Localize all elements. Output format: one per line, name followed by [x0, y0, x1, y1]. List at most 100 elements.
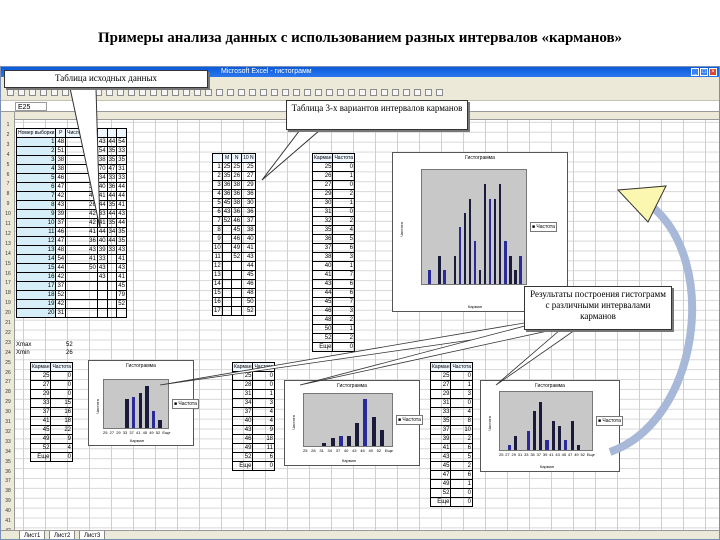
table-cell[interactable]: 2 [332, 333, 356, 343]
table-cell[interactable]: 34 [106, 227, 118, 237]
table-cell[interactable]: 44 [65, 137, 98, 147]
table-cell[interactable]: 43 [116, 263, 127, 273]
table-cell[interactable]: 6 [212, 207, 223, 217]
table-cell[interactable]: 41 [65, 254, 98, 264]
toolbar-button-icon[interactable] [249, 89, 256, 96]
row-number[interactable]: 23 [1, 340, 15, 346]
row-number[interactable]: 16 [1, 271, 15, 277]
minimize-icon[interactable]: _ [691, 68, 699, 76]
table-cell[interactable]: 38 [65, 146, 98, 156]
table-cell[interactable] [96, 299, 108, 309]
toolbar-button-icon[interactable] [293, 89, 300, 96]
table-cell[interactable]: 45 [116, 281, 127, 291]
table-cell[interactable]: 3 [252, 398, 276, 408]
table-cell[interactable]: 0 [50, 389, 74, 399]
table-cell[interactable]: 7 [212, 216, 223, 226]
table-cell[interactable]: 0 [332, 342, 356, 352]
table-cell[interactable]: 27 [29, 380, 52, 390]
row-number[interactable]: 14 [1, 251, 15, 257]
table-cell[interactable]: 40 [241, 234, 256, 244]
toolbar-button-icon[interactable] [205, 89, 212, 96]
table-cell[interactable]: 43 [221, 207, 233, 217]
table-cell[interactable]: 43 [96, 263, 108, 273]
table-cell[interactable]: 35 [116, 155, 127, 165]
table-cell[interactable]: 1 [332, 261, 356, 271]
table-cell[interactable]: 0 [252, 461, 276, 471]
row-number[interactable]: 39 [1, 498, 15, 504]
table-cell[interactable]: 0 [252, 380, 276, 390]
table-cell[interactable]: 44 [55, 263, 67, 273]
table-cell[interactable]: 36 [221, 180, 233, 190]
table-cell[interactable]: 30 [241, 198, 256, 208]
table-cell[interactable]: 33 [106, 245, 118, 255]
table-cell[interactable]: 14 [212, 279, 223, 289]
table-cell[interactable]: 5 [15, 173, 57, 183]
table-cell[interactable]: 42 [55, 299, 67, 309]
table-cell[interactable]: 11 [252, 443, 276, 453]
toolbar-button-icon[interactable] [425, 89, 432, 96]
table-cell[interactable]: 18 [252, 434, 276, 444]
table-cell[interactable]: 30 [311, 198, 334, 208]
table-cell[interactable]: 41 [116, 254, 127, 264]
table-cell[interactable] [221, 306, 233, 316]
table-cell[interactable]: 41 [429, 443, 452, 453]
table-cell[interactable]: 47 [106, 164, 118, 174]
toolbar-button-icon[interactable] [73, 89, 80, 96]
table-cell[interactable]: 45 [429, 461, 452, 471]
table-cell[interactable]: 27 [241, 171, 256, 181]
table-cell[interactable]: 35 [106, 200, 118, 210]
table-cell[interactable]: 25 [241, 162, 256, 172]
table-cell[interactable]: 48 [55, 245, 67, 255]
table-cell[interactable]: 52 [311, 333, 334, 343]
table-cell[interactable]: 45 [221, 198, 233, 208]
table-cell[interactable]: 31 [116, 164, 127, 174]
table-cell[interactable]: 13 [212, 270, 223, 280]
table-cell[interactable]: 41 [96, 191, 108, 201]
table-cell[interactable]: 18 [15, 290, 57, 300]
table-cell[interactable]: 33 [106, 173, 118, 183]
table-cell[interactable]: 36 [221, 189, 233, 199]
table-cell[interactable]: 26 [65, 155, 98, 165]
table-cell[interactable]: 54 [96, 146, 108, 156]
table-cell[interactable]: 44 [96, 227, 108, 237]
toolbar-button-icon[interactable] [51, 89, 58, 96]
table-cell[interactable] [221, 252, 233, 262]
table-cell[interactable] [231, 288, 243, 298]
table-cell[interactable]: 37 [55, 218, 67, 228]
table-cell[interactable]: 1 [212, 162, 223, 172]
table-cell[interactable]: 45 [29, 425, 52, 435]
table-cell[interactable]: 17 [212, 306, 223, 316]
toolbar-button-icon[interactable] [161, 89, 168, 96]
toolbar-button-icon[interactable] [139, 89, 146, 96]
table-cell[interactable]: 52 [29, 443, 52, 453]
table-cell[interactable]: 41 [116, 272, 127, 282]
table-cell[interactable]: 12 [15, 236, 57, 246]
table-cell[interactable]: 36 [106, 182, 118, 192]
row-number[interactable]: 37 [1, 478, 15, 484]
table-cell[interactable]: 4 [212, 189, 223, 199]
table-cell[interactable]: 0 [252, 371, 276, 381]
toolbar-button-icon[interactable] [62, 89, 69, 96]
table-cell[interactable]: 43 [65, 191, 98, 201]
table-cell[interactable]: 52 [429, 488, 452, 498]
toolbar-button-icon[interactable] [326, 89, 333, 96]
toolbar-button-icon[interactable] [29, 89, 36, 96]
table-cell[interactable]: 1 [332, 324, 356, 334]
table-cell[interactable]: 52 [221, 216, 233, 226]
table-cell[interactable]: 70 [96, 164, 108, 174]
table-cell[interactable]: 52 [241, 306, 256, 316]
table-cell[interactable]: 79 [116, 290, 127, 300]
row-number[interactable]: 12 [1, 231, 15, 237]
table-cell[interactable]: 1 [252, 389, 276, 399]
table-cell[interactable]: 6 [450, 443, 474, 453]
histogram-chart-1[interactable]: Гистограмма 25 27 29 33 37 41 45 49 52 Еще Карман Ча… [88, 360, 199, 446]
table-cell[interactable]: 9 [212, 234, 223, 244]
table-cell[interactable]: 3 [15, 155, 57, 165]
table-cell[interactable]: 14 [15, 254, 57, 264]
table-cell[interactable] [231, 306, 243, 316]
row-number[interactable]: 34 [1, 449, 15, 455]
table-cell[interactable]: 35 [106, 146, 118, 156]
table-cell[interactable]: 33 [429, 407, 452, 417]
table-cell[interactable]: 6 [332, 288, 356, 298]
toolbar-button-icon[interactable] [183, 89, 190, 96]
